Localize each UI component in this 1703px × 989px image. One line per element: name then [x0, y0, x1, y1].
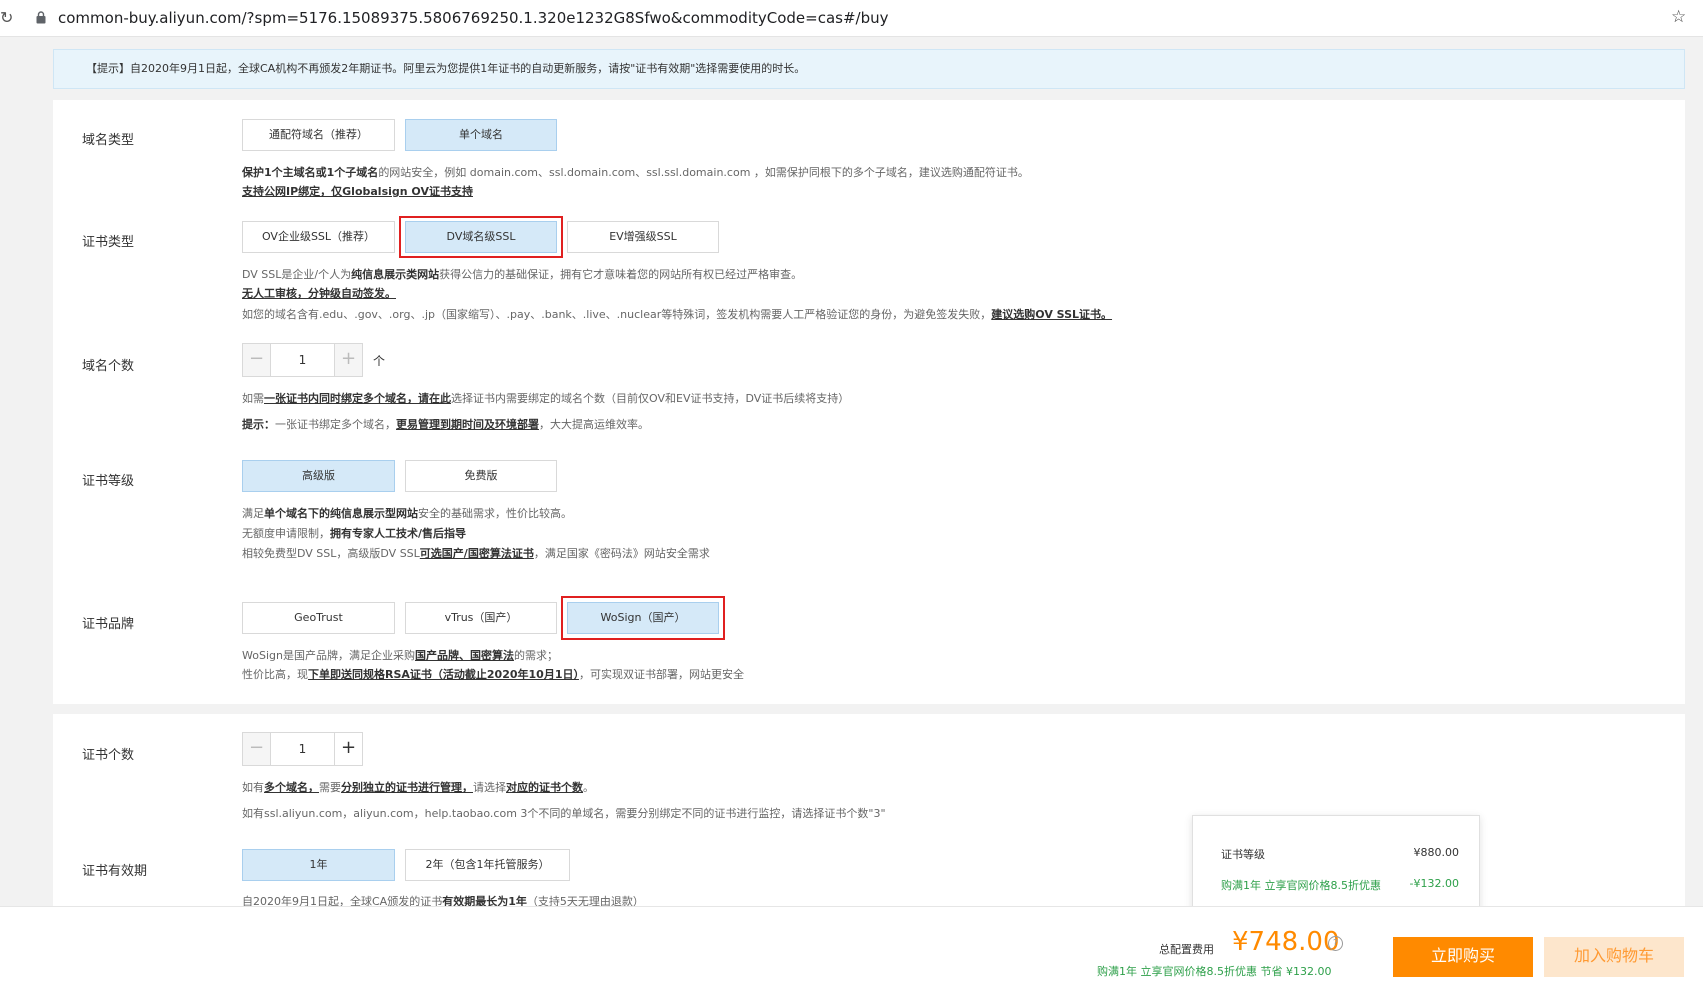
cert-type-label: 证书类型: [82, 235, 135, 250]
cert-count-desc-2: 如有ssl.aliyun.com，aliyun.com，help.taobao.…: [242, 807, 886, 820]
cert-brand-option-geotrust[interactable]: GeoTrust: [242, 602, 395, 634]
domain-type-label: 域名类型: [82, 133, 135, 148]
notice-banner: 【提示】自2020年9月1日起，全球CA机构不再颁发2年期证书。阿里云为您提供1…: [53, 49, 1685, 89]
cert-count-stepper: − 1 +: [242, 732, 363, 766]
cert-count-desc-1: 如有多个域名，需要分别独立的证书进行管理，请选择对应的证书个数。: [242, 781, 594, 794]
domain-type-desc-2[interactable]: 支持公网IP绑定，仅Globalsign OV证书支持: [242, 183, 473, 199]
url-text[interactable]: common-buy.aliyun.com/?spm=5176.15089375…: [58, 9, 889, 27]
domain-count-desc-2: 提示：一张证书绑定多个域名，更易管理到期时间及环境部署，大大提高运维效率。: [242, 418, 649, 431]
checkout-footer: 总配置费用 ¥748.00 ? 购满1年 立享官网价格8.5折优惠 节省 ¥13…: [0, 906, 1703, 989]
domain-count-decrement-button[interactable]: −: [243, 344, 271, 376]
cert-type-option-ov[interactable]: OV企业级SSL（推荐）: [242, 221, 395, 253]
browser-address-bar: ↻ common-buy.aliyun.com/?spm=5176.150893…: [0, 0, 1703, 37]
domain-type-option-wildcard[interactable]: 通配符域名（推荐）: [242, 119, 395, 151]
popup-discount-value: -¥132.00: [1409, 877, 1459, 890]
total-price: ¥748.00: [1232, 927, 1340, 957]
help-icon[interactable]: ?: [1328, 936, 1343, 951]
domain-type-option-single[interactable]: 单个域名: [405, 119, 557, 151]
validity-option-2-year[interactable]: 2年（包含1年托管服务）: [405, 849, 570, 881]
saving-text: 购满1年 立享官网价格8.5折优惠 节省 ¥132.00: [1097, 965, 1332, 978]
cert-brand-label: 证书品牌: [82, 617, 135, 632]
validity-option-1-year[interactable]: 1年: [242, 849, 395, 881]
cert-level-desc-1: 满足单个域名下的纯信息展示型网站安全的基础需求，性价比较高。: [242, 507, 572, 520]
domain-count-desc-1: 如需一张证书内同时绑定多个域名，请在此选择证书内需要绑定的域名个数（目前仅OV和…: [242, 392, 850, 405]
domain-count-label: 域名个数: [82, 359, 135, 374]
cert-count-value[interactable]: 1: [271, 733, 334, 765]
add-to-cart-button[interactable]: 加入购物车: [1544, 937, 1684, 977]
cert-brand-option-vtrus[interactable]: vTrus（国产）: [405, 602, 557, 634]
cert-level-label: 证书等级: [82, 474, 135, 489]
cert-brand-desc-2: 性价比高，现下单即送同规格RSA证书（活动截止2020年10月1日），可实现双证…: [242, 668, 744, 681]
popup-discount-label: 购满1年 立享官网价格8.5折优惠: [1221, 879, 1381, 892]
validity-label: 证书有效期: [82, 864, 148, 879]
cert-level-desc-3: 相较免费型DV SSL，高级版DV SSL可选国产/国密算法证书，满足国家《密码…: [242, 547, 710, 560]
cert-count-increment-button[interactable]: +: [334, 733, 362, 765]
total-label: 总配置费用: [1159, 943, 1214, 956]
cert-brand-option-wosign[interactable]: WoSign（国产）: [567, 602, 719, 634]
cert-count-label: 证书个数: [82, 748, 135, 763]
domain-count-unit: 个: [373, 354, 386, 368]
cert-type-desc-3: 如您的域名含有.edu、.gov、.org、.jp（国家缩写）、.pay、.ba…: [242, 308, 1113, 321]
lock-icon: [36, 11, 46, 24]
cert-level-option-premium[interactable]: 高级版: [242, 460, 395, 492]
cert-level-desc-2: 无额度申请限制，拥有专家人工技术/售后指导: [242, 527, 467, 540]
cert-type-desc-1: DV SSL是企业/个人为纯信息展示类网站获得公信力的基础保证，拥有它才意味着您…: [242, 268, 803, 281]
cert-level-option-free[interactable]: 免费版: [405, 460, 557, 492]
domain-count-stepper: − 1 +: [242, 343, 363, 377]
cert-type-desc-2: 无人工审核，分钟级自动签发。: [242, 287, 396, 300]
cert-brand-desc-1: WoSign是国产品牌，满足企业采购国产品牌、国密算法的需求；: [242, 649, 558, 662]
popup-level-price: ¥880.00: [1413, 846, 1460, 859]
cert-type-option-dv[interactable]: DV域名级SSL: [405, 221, 557, 253]
domain-type-desc-1: 保护1个主域名或1个子域名的网站安全，例如 domain.com、ssl.dom…: [242, 166, 1029, 179]
bookmark-star-icon[interactable]: ☆: [1671, 7, 1686, 27]
reload-icon[interactable]: ↻: [0, 8, 13, 27]
price-breakdown-popup: 证书等级 ¥880.00 购满1年 立享官网价格8.5折优惠 -¥132.00: [1192, 815, 1480, 917]
domain-count-value[interactable]: 1: [271, 344, 334, 376]
cert-type-option-ev[interactable]: EV增强级SSL: [567, 221, 719, 253]
buy-now-button[interactable]: 立即购买: [1393, 937, 1533, 977]
domain-count-increment-button[interactable]: +: [334, 344, 362, 376]
popup-level-label: 证书等级: [1221, 848, 1265, 861]
cert-count-decrement-button[interactable]: −: [243, 733, 271, 765]
